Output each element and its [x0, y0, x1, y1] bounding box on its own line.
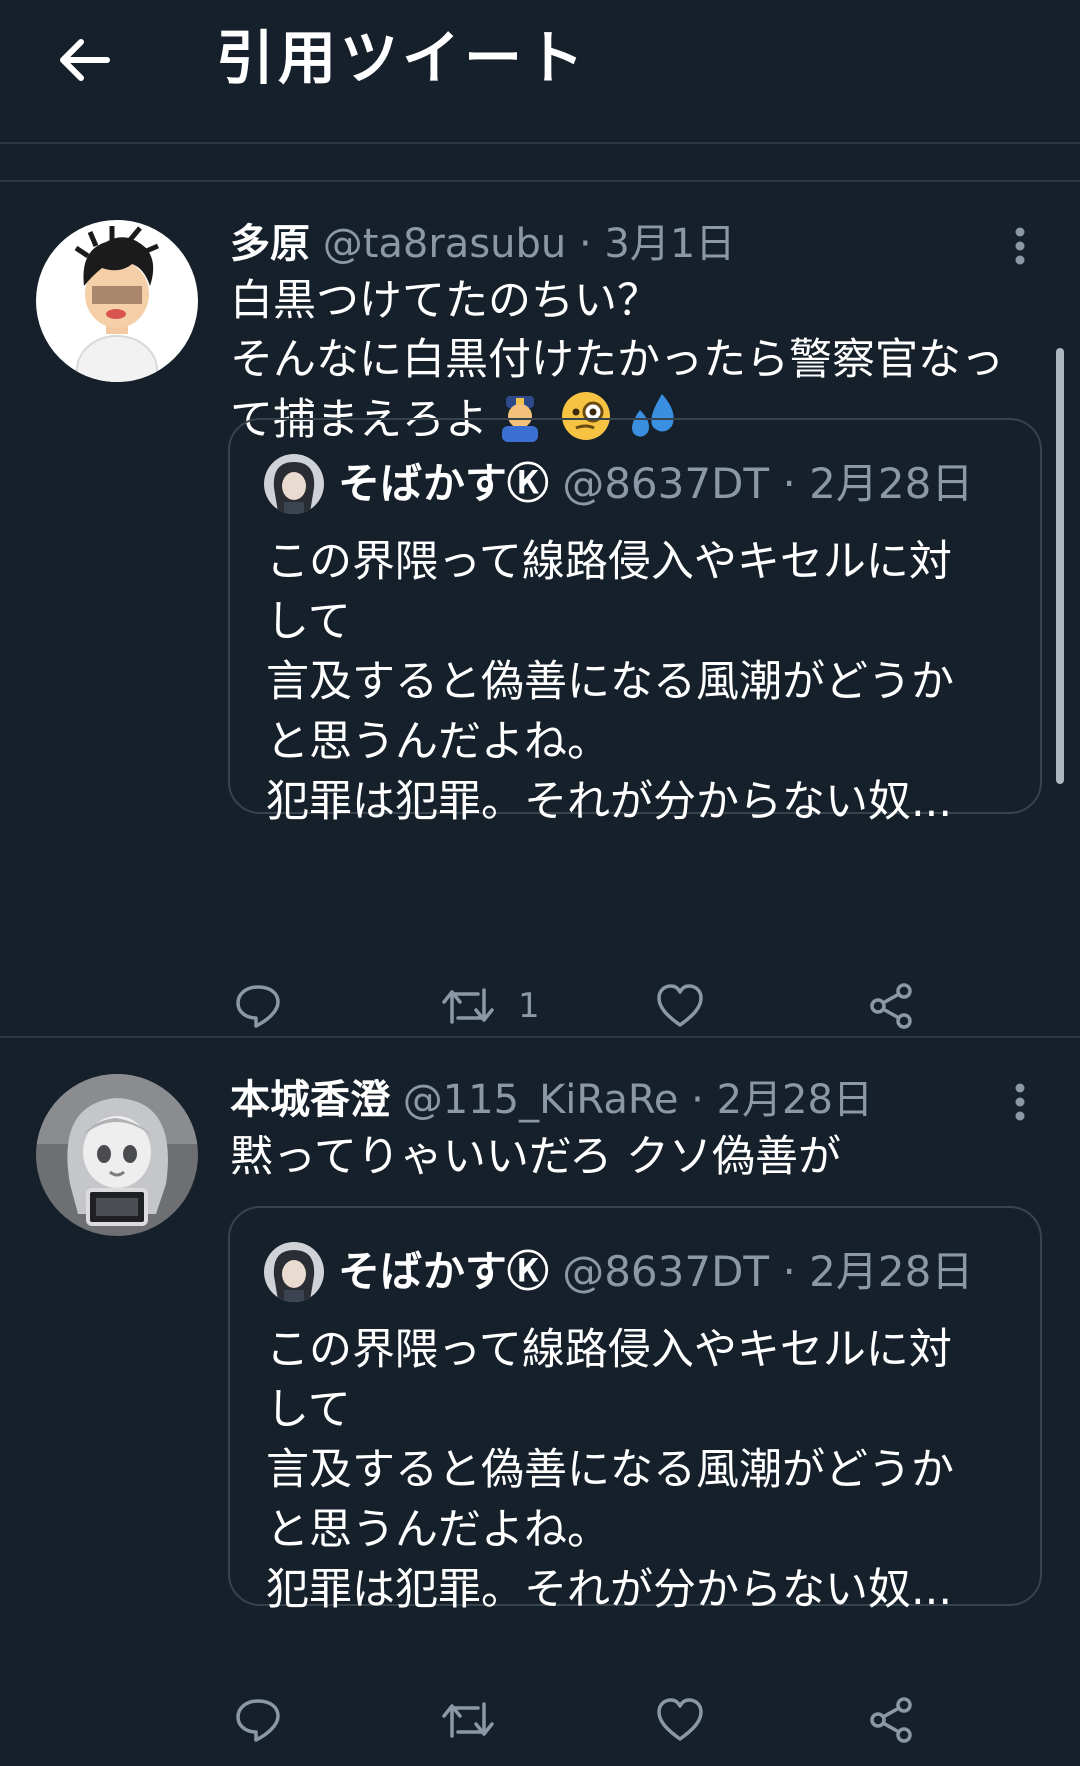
- avatar-image: [36, 1074, 198, 1236]
- quoted-text: この界隈って線路侵入やキセルに対 して 言及すると偽善になる風潮がどうか と思う…: [266, 1320, 1026, 1620]
- more-button[interactable]: [1000, 218, 1040, 274]
- reply-icon: [236, 985, 280, 1028]
- quoted-tweet[interactable]: そばかすⓀ @8637DT · 2月28日 この界隈って線路侵入やキセルに対 し…: [228, 1206, 1042, 1615]
- avatar-image: [36, 220, 198, 382]
- more-icon: [1015, 1083, 1025, 1121]
- share-button[interactable]: [868, 1690, 916, 1750]
- like-button[interactable]: [656, 976, 704, 1036]
- quoted-text-line: この界隈って線路侵入やキセルに対: [266, 537, 952, 587]
- retweet-count: 1: [518, 986, 540, 1026]
- tweet-header: 多原 @ta8rasubu · 3月1日: [230, 216, 735, 272]
- tweet-header: 本城香澄 @115_KiRaRe · 2月28日: [230, 1072, 873, 1128]
- quoted-text-line: 犯罪は犯罪。それが分からない奴...: [266, 777, 953, 827]
- quoted-avatar: [264, 454, 324, 514]
- tweet-text: 黙ってりゃいいだろ クソ偽善が: [230, 1128, 1050, 1187]
- tweet-actions: 1: [0, 976, 1080, 1036]
- reply-button[interactable]: [234, 1690, 282, 1750]
- scrollbar[interactable]: [1056, 348, 1064, 784]
- quoted-text-line: 言及すると偽善になる風潮がどうか: [266, 1445, 954, 1495]
- display-name[interactable]: 本城香澄: [230, 1077, 390, 1123]
- quoted-display-name: そばかすⓀ: [338, 459, 549, 508]
- quoted-display-name: そばかすⓀ: [338, 1247, 549, 1296]
- page-title: 引用ツイート: [216, 24, 589, 92]
- share-icon: [870, 983, 912, 1029]
- like-button[interactable]: [656, 1690, 704, 1750]
- tweet-date[interactable]: 2月28日: [717, 1077, 873, 1123]
- tweet[interactable]: 多原 @ta8rasubu · 3月1日 白黒つけてたのちい？ そんなに白黒付け…: [0, 182, 1080, 1038]
- back-button[interactable]: [48, 24, 120, 96]
- handle[interactable]: @115_KiRaRe: [403, 1077, 679, 1123]
- reply-button[interactable]: [234, 976, 282, 1036]
- retweet-button[interactable]: 1: [440, 976, 540, 1036]
- tweet-actions: [0, 1690, 1080, 1750]
- quoted-text-line: と思うんだよね。: [266, 717, 610, 767]
- tweet[interactable]: 本城香澄 @115_KiRaRe · 2月28日 黙ってりゃいいだろ クソ偽善が…: [0, 1038, 1080, 1766]
- retweet-button[interactable]: [440, 1690, 496, 1750]
- more-icon: [1015, 227, 1025, 265]
- more-button[interactable]: [1000, 1074, 1040, 1130]
- quoted-text: この界隈って線路侵入やキセルに対 して 言及すると偽善になる風潮がどうか と思う…: [266, 532, 1026, 832]
- tweet-text-line: そんなに白黒付けたかったら警察官なっ: [230, 335, 1004, 385]
- share-icon: [870, 1697, 912, 1743]
- retweet-icon: [442, 1702, 494, 1738]
- avatar[interactable]: [36, 220, 198, 382]
- avatar[interactable]: [36, 1074, 198, 1236]
- tweet-date[interactable]: 3月1日: [604, 221, 735, 267]
- separator-dot: ·: [782, 1247, 796, 1296]
- handle[interactable]: @ta8rasubu: [323, 221, 567, 267]
- quoted-text-line: と思うんだよね。: [266, 1505, 610, 1555]
- reply-icon: [236, 1699, 280, 1742]
- top-bar: 引用ツイート: [0, 0, 1080, 144]
- quoted-avatar: [264, 1242, 324, 1302]
- quoted-header: そばかすⓀ @8637DT · 2月28日: [338, 1242, 973, 1302]
- tweet-text-line: 黙ってりゃいいだろ クソ偽善が: [230, 1132, 841, 1182]
- like-icon: [657, 984, 703, 1027]
- quoted-date: 2月28日: [809, 1247, 974, 1296]
- quoted-text-line: して: [266, 597, 351, 647]
- quoted-text-line: して: [266, 1385, 351, 1435]
- quoted-text-line: 言及すると偽善になる風潮がどうか: [266, 657, 954, 707]
- quoted-tweet[interactable]: そばかすⓀ @8637DT · 2月28日 この界隈って線路侵入やキセルに対 し…: [228, 418, 1042, 827]
- quoted-handle: @8637DT: [562, 459, 770, 508]
- display-name[interactable]: 多原: [230, 221, 310, 267]
- share-button[interactable]: [868, 976, 916, 1036]
- separator-dot: ·: [691, 1077, 704, 1123]
- quoted-text-line: この界隈って線路侵入やキセルに対: [266, 1325, 952, 1375]
- back-arrow-icon: [60, 39, 110, 81]
- quoted-header: そばかすⓀ @8637DT · 2月28日: [338, 454, 973, 514]
- like-icon: [657, 1698, 703, 1741]
- quoted-handle: @8637DT: [562, 1247, 770, 1296]
- separator-dot: ·: [782, 459, 796, 508]
- retweet-icon: [442, 988, 494, 1024]
- separator-dot: ·: [578, 221, 592, 267]
- tweet-text-line: 白黒つけてたのちい？: [230, 276, 660, 326]
- quoted-date: 2月28日: [809, 459, 974, 508]
- quoted-text-line: 犯罪は犯罪。それが分からない奴...: [266, 1565, 953, 1615]
